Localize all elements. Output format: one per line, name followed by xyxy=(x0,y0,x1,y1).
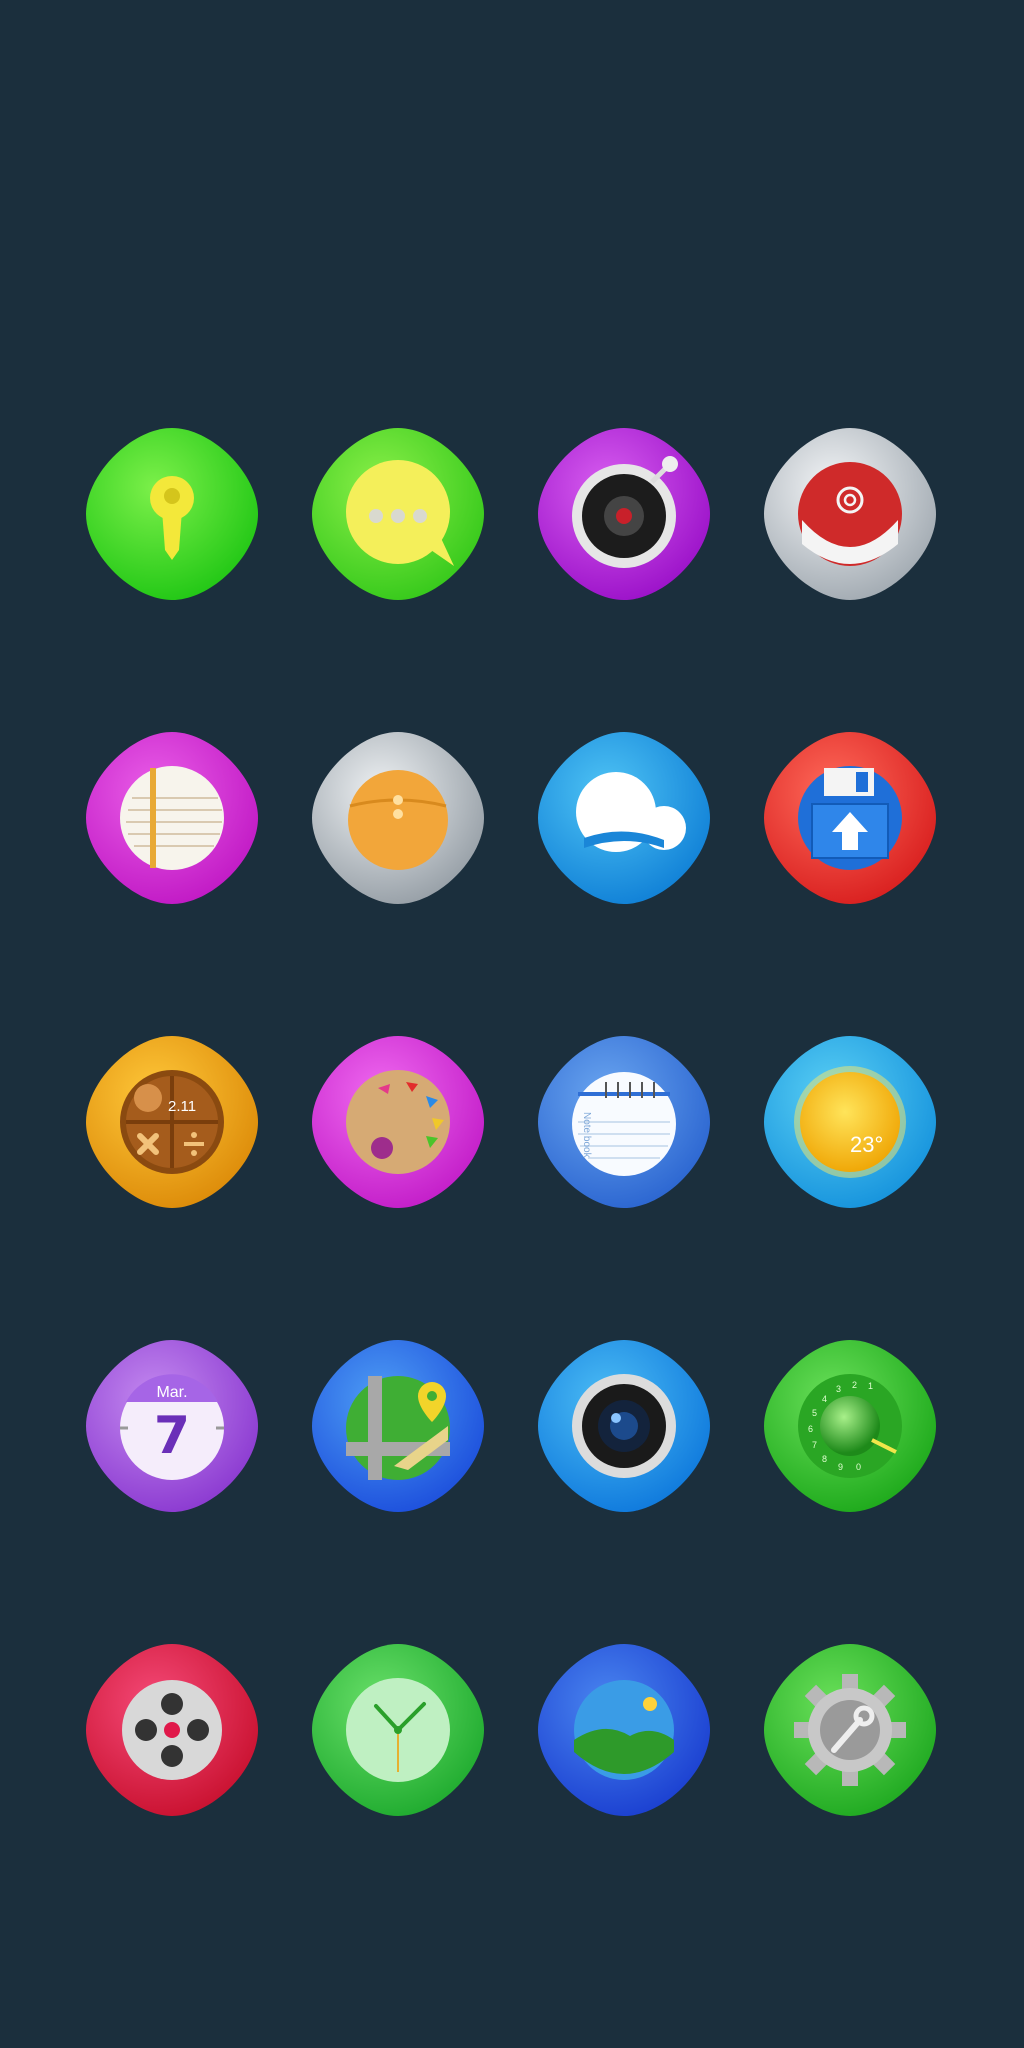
calculator-app-icon[interactable]: 2.11 xyxy=(82,1032,262,1212)
lock-app-icon[interactable] xyxy=(82,424,262,604)
clock-app-icon[interactable] xyxy=(308,1640,488,1820)
messages-app-icon[interactable] xyxy=(308,424,488,604)
save-app-icon[interactable] xyxy=(760,728,940,908)
film-reel-icon xyxy=(122,1680,222,1780)
envelope-folder-icon xyxy=(348,770,448,870)
notepad-icon xyxy=(120,766,224,870)
calendar-icon xyxy=(120,1374,224,1480)
phone-app-icon[interactable]: 1 2 3 4 5 6 7 8 9 0 xyxy=(760,1336,940,1516)
music-app-icon[interactable] xyxy=(534,424,714,604)
gear-icon xyxy=(794,1674,906,1786)
maps-app-icon[interactable] xyxy=(308,1336,488,1516)
camera-lens-icon xyxy=(572,1374,676,1478)
email-app-icon[interactable] xyxy=(760,424,940,604)
clock-icon xyxy=(346,1678,450,1782)
map-pin-icon xyxy=(346,1376,450,1480)
app-icon-grid: 2.11 Note book 23° Mar. 7 1 2 3 4 5 6 7 … xyxy=(0,0,1024,2048)
notebook-icon xyxy=(572,1072,676,1176)
palette-icon xyxy=(346,1070,450,1174)
sun-icon xyxy=(794,1066,906,1178)
paint-app-icon[interactable] xyxy=(308,1032,488,1212)
floppy-disk-icon xyxy=(798,766,902,870)
notebook-app-icon[interactable]: Note book xyxy=(534,1032,714,1212)
files-app-icon[interactable] xyxy=(308,728,488,908)
camera-app-icon[interactable] xyxy=(534,1336,714,1516)
gallery-app-icon[interactable] xyxy=(534,1640,714,1820)
cloud-app-icon[interactable] xyxy=(534,728,714,908)
weather-app-icon[interactable]: 23° xyxy=(760,1032,940,1212)
mail-icon xyxy=(798,462,902,566)
video-app-icon[interactable] xyxy=(82,1640,262,1820)
rotary-dial-icon xyxy=(798,1374,902,1478)
calculator-icon xyxy=(120,1070,224,1174)
notes-app-icon[interactable] xyxy=(82,728,262,908)
calendar-app-icon[interactable]: Mar. 7 xyxy=(82,1336,262,1516)
landscape-icon xyxy=(574,1680,674,1780)
settings-app-icon[interactable] xyxy=(760,1640,940,1820)
